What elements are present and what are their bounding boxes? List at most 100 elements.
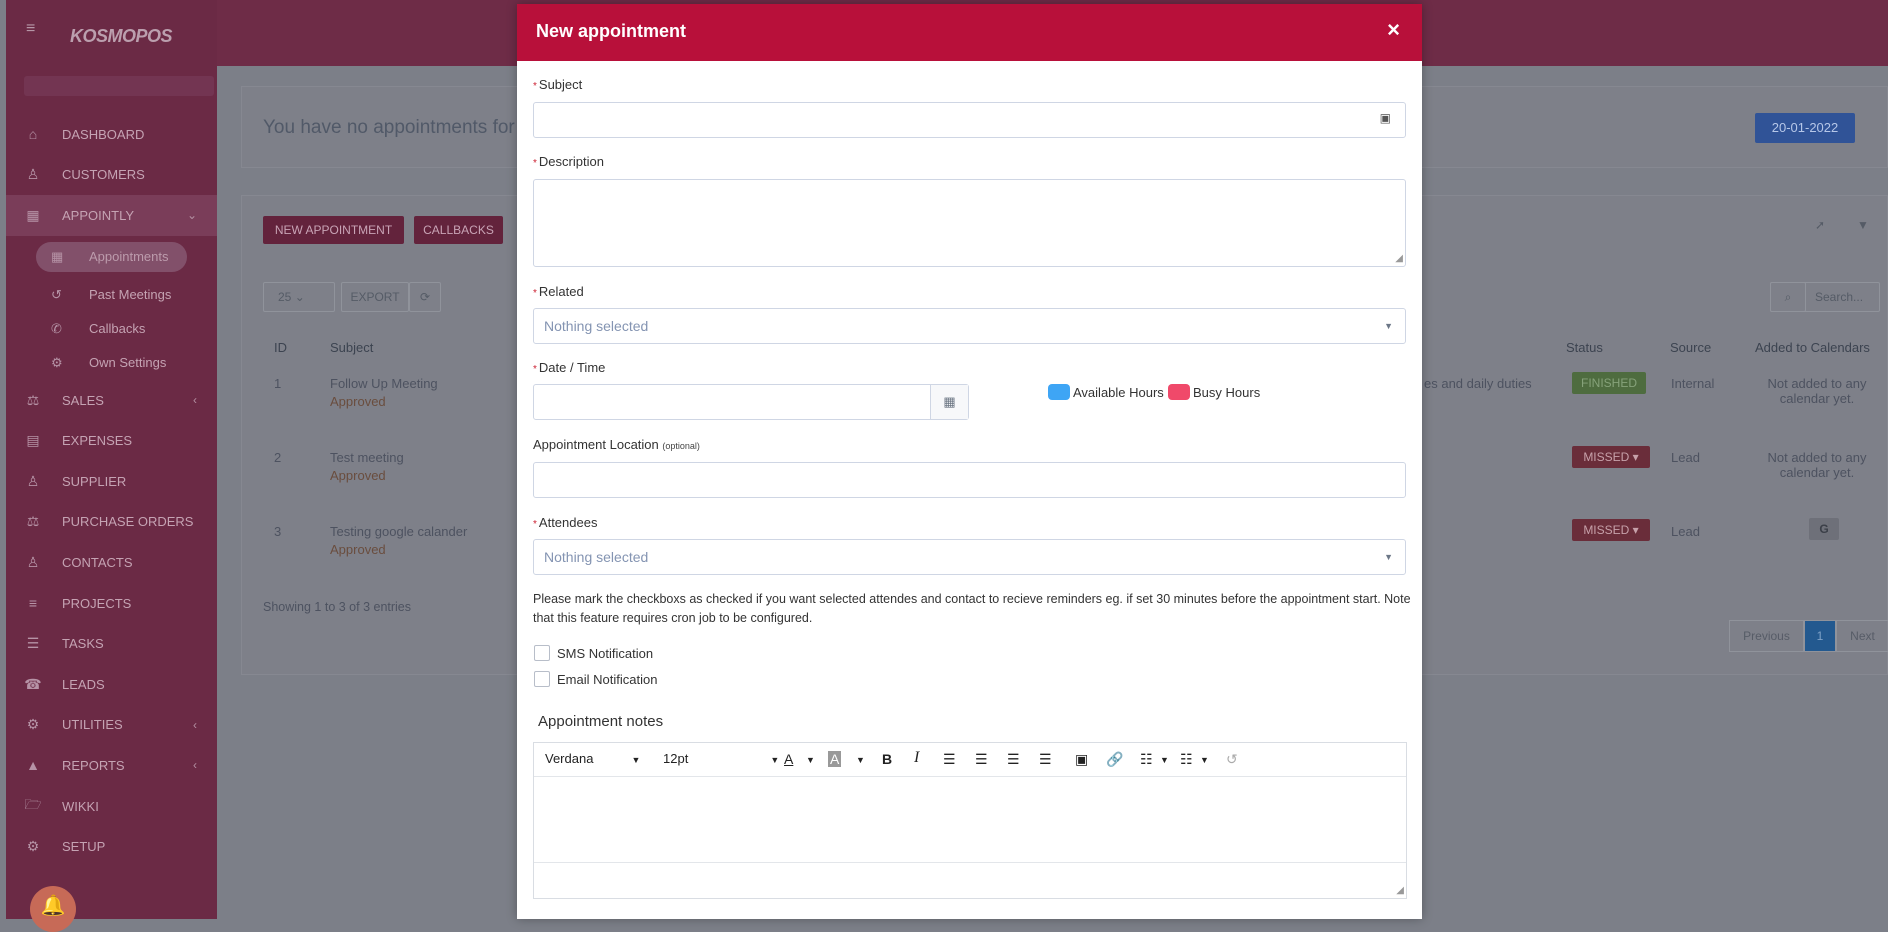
pagination-page-1[interactable]: 1 [1804,620,1836,652]
close-icon[interactable]: × [1387,17,1400,43]
email-notification-checkbox[interactable] [534,671,550,687]
sidebar-item-reports[interactable]: ▲ REPORTS ‹ [6,745,217,786]
chevron-left-icon: ‹ [193,717,197,732]
chevron-down-icon[interactable]: ▼ [856,755,865,765]
align-right-icon[interactable]: ☰ [1007,751,1020,768]
sidebar-item-label: CONTACTS [62,554,133,570]
sidebar-item-appointly[interactable]: ▦ APPOINTLY ⌄ [6,195,217,236]
undo-icon[interactable]: ↺ [1226,751,1238,768]
sidebar-subitem-label: Appointments [89,249,169,265]
font-family-select[interactable]: Verdana ▼ [545,751,640,766]
link-icon[interactable]: 🔗 [1106,751,1123,768]
gear-icon: ⚙ [26,838,40,855]
caret-down-icon: ▼ [1384,552,1393,562]
align-justify-icon[interactable]: ☰ [1039,751,1052,768]
pagination-previous[interactable]: Previous [1729,620,1804,652]
sidebar-item-sales[interactable]: ⚖ SALES ‹ [6,380,217,421]
page-length-select[interactable]: 25 ⌄ [263,282,335,312]
phone-icon: ✆ [51,320,62,336]
row-1-calendar: Not added to any calendar yet. [1767,376,1867,406]
new-appointment-button[interactable]: NEW APPOINTMENT [263,216,404,244]
attendees-select[interactable]: Nothing selected ▼ [533,539,1406,575]
column-header-source[interactable]: Source [1670,340,1711,355]
status-dropdown[interactable]: MISSED ▾ [1572,519,1650,541]
notification-bell-icon[interactable]: 🔔 [30,886,76,932]
sidebar-item-contacts[interactable]: ♙ CONTACTS [6,542,217,583]
sidebar-subitem-past-meetings[interactable]: ↺ Past Meetings [6,278,217,312]
sidebar-item-tasks[interactable]: ☰ TASKS [6,623,217,664]
location-input[interactable] [533,462,1406,498]
tty-icon: ☎ [24,675,42,692]
row-1-subject[interactable]: Follow Up Meeting [330,376,438,391]
filter-icon[interactable]: ▼ [1848,211,1878,241]
sidebar-item-projects[interactable]: ≡ PROJECTS [6,583,217,624]
sidebar-search[interactable] [24,76,214,96]
row-3-id: 3 [274,524,282,539]
modal-header: New appointment × [517,4,1422,61]
rocket-icon[interactable]: ➚ [1800,211,1840,241]
sidebar-item-customers[interactable]: ♙ CUSTOMERS [6,155,217,196]
related-select[interactable]: Nothing selected ▼ [533,308,1406,344]
chevron-down-icon[interactable]: ▼ [806,755,815,765]
user-icon: ♙ [26,472,40,489]
sidebar-item-setup[interactable]: ⚙ SETUP [6,826,217,867]
calendar-icon[interactable]: ▦ [930,385,968,419]
resize-handle-icon[interactable]: ◢ [1395,253,1403,264]
attendees-label: * Attendees [533,515,598,530]
row-3-subject[interactable]: Testing google calander [330,524,467,539]
sidebar-item-leads[interactable]: ☎ LEADS [6,664,217,705]
location-label: Appointment Location (optional) [533,437,700,452]
subject-input[interactable]: ▣ [533,102,1406,138]
column-header-status[interactable]: Status [1566,340,1603,355]
google-calendar-button[interactable]: G [1809,518,1839,540]
chevron-down-icon[interactable]: ▼ [1160,755,1169,765]
subject-label: * Subject [533,77,583,92]
sidebar-item-utilities[interactable]: ⚙ UTILITIES ‹ [6,705,217,746]
numbered-list-icon[interactable]: ☷ [1180,751,1193,768]
align-center-icon[interactable]: ☰ [975,751,988,768]
attendees-select-value: Nothing selected [544,549,649,565]
status-badge: FINISHED [1572,372,1646,394]
align-left-icon[interactable]: ☰ [943,751,956,768]
sidebar-subitem-callbacks[interactable]: ✆ Callbacks [6,312,217,346]
bullet-list-icon[interactable]: ☷ [1140,751,1153,768]
sidebar-item-label: SALES [62,392,104,408]
column-header-calendars[interactable]: Added to Calendars [1755,340,1870,355]
row-3-approval: Approved [330,542,386,557]
row-2-subject[interactable]: Test meeting [330,450,404,465]
sidebar-subitem-appointments[interactable]: ▦ Appointments [36,241,187,272]
resize-handle-icon[interactable]: ◢ [1396,885,1404,896]
export-button[interactable]: EXPORT [341,282,409,312]
italic-icon[interactable]: I [914,749,919,767]
text-color-icon[interactable]: A [784,751,793,767]
search-icon: ⌕ [1770,282,1806,312]
sidebar-item-dashboard[interactable]: ⌂ DASHBOARD [6,114,217,155]
sms-notification-checkbox[interactable] [534,645,550,661]
related-label: * Related [533,284,584,299]
sidebar-item-purchase-orders[interactable]: ⚖ PURCHASE ORDERS [6,502,217,543]
column-header-subject[interactable]: Subject [330,340,373,355]
background-color-icon[interactable]: A [828,751,842,767]
chevron-down-icon[interactable]: ▼ [1200,755,1209,765]
image-icon[interactable]: ▣ [1075,751,1088,768]
chevron-left-icon: ‹ [193,393,197,408]
font-size-select[interactable]: 12pt ▼ [663,751,779,766]
sidebar-item-expenses[interactable]: ▤ EXPENSES [6,420,217,461]
sidebar-item-wikki[interactable]: 🗁 WIKKI [6,786,217,827]
bars-icon: ≡ [28,595,38,612]
sidebar-subitem-own-settings[interactable]: ⚙ Own Settings [6,346,217,380]
pagination-next[interactable]: Next [1836,620,1888,652]
datetime-input[interactable]: ▦ [533,384,969,420]
refresh-icon[interactable]: ⟳ [409,282,441,312]
tasks-icon: ☰ [26,635,40,652]
column-header-id[interactable]: ID [274,340,287,355]
reminder-note: Please mark the checkboxs as checked if … [533,592,1411,625]
bold-icon[interactable]: B [882,751,892,767]
status-dropdown[interactable]: MISSED ▾ [1572,446,1650,468]
sidebar-item-supplier[interactable]: ♙ SUPPLIER [6,461,217,502]
description-textarea[interactable]: ◢ [533,179,1406,267]
date-button[interactable]: 20-01-2022 [1755,113,1855,143]
editor-content-area[interactable] [534,777,1406,863]
hamburger-menu-icon[interactable]: ≡ [26,20,35,38]
callbacks-button[interactable]: CALLBACKS [414,216,503,244]
